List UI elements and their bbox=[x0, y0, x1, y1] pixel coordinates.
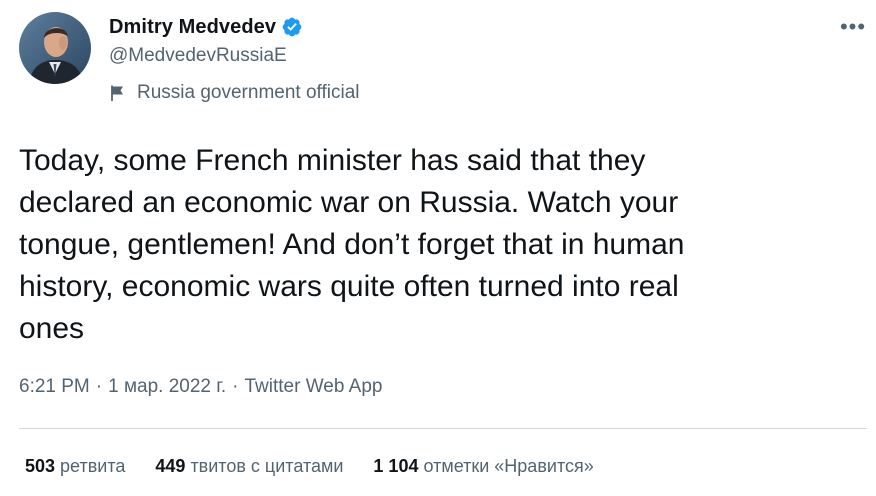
divider bbox=[19, 428, 867, 429]
government-label-text: Russia government official bbox=[137, 82, 360, 103]
retweets-label: ретвита bbox=[60, 456, 126, 476]
tweet-source[interactable]: Twitter Web App bbox=[244, 376, 382, 398]
more-options-button[interactable]: ••• bbox=[836, 12, 870, 42]
tweet-time[interactable]: 6:21 PM bbox=[19, 376, 90, 398]
tweet-metadata: 6:21 PM · 1 мар. 2022 г. · Twitter Web A… bbox=[19, 376, 382, 398]
government-label: Russia government official bbox=[109, 82, 359, 104]
author-avatar[interactable] bbox=[19, 12, 91, 84]
retweets-count: 503 bbox=[25, 456, 56, 476]
quote-tweets-stat[interactable]: 449 твитов с цитатами bbox=[155, 456, 343, 477]
author-handle[interactable]: @MedvedevRussiaE bbox=[109, 45, 287, 67]
author-display-name[interactable]: Dmitry Medvedev bbox=[109, 16, 276, 39]
avatar-image bbox=[19, 12, 91, 84]
verified-badge-icon bbox=[281, 16, 303, 38]
likes-count: 1 104 bbox=[373, 456, 419, 476]
retweets-stat[interactable]: 503 ретвита bbox=[25, 456, 125, 477]
tweet-text: Today, some French minister has said tha… bbox=[19, 144, 685, 345]
flag-icon bbox=[109, 84, 127, 102]
likes-stat[interactable]: 1 104 отметки «Нравится» bbox=[373, 456, 593, 477]
tweet-date[interactable]: 1 мар. 2022 г. bbox=[108, 376, 226, 398]
meta-separator: · bbox=[232, 376, 239, 397]
more-icon: ••• bbox=[839, 14, 867, 39]
quote-tweets-label: твитов с цитатами bbox=[190, 456, 344, 476]
likes-label: отметки «Нравится» bbox=[423, 456, 594, 476]
engagement-stats: 503 ретвита 449 твитов с цитатами 1 104 … bbox=[25, 456, 624, 477]
quote-tweets-count: 449 bbox=[155, 456, 186, 476]
meta-separator: · bbox=[95, 376, 103, 397]
